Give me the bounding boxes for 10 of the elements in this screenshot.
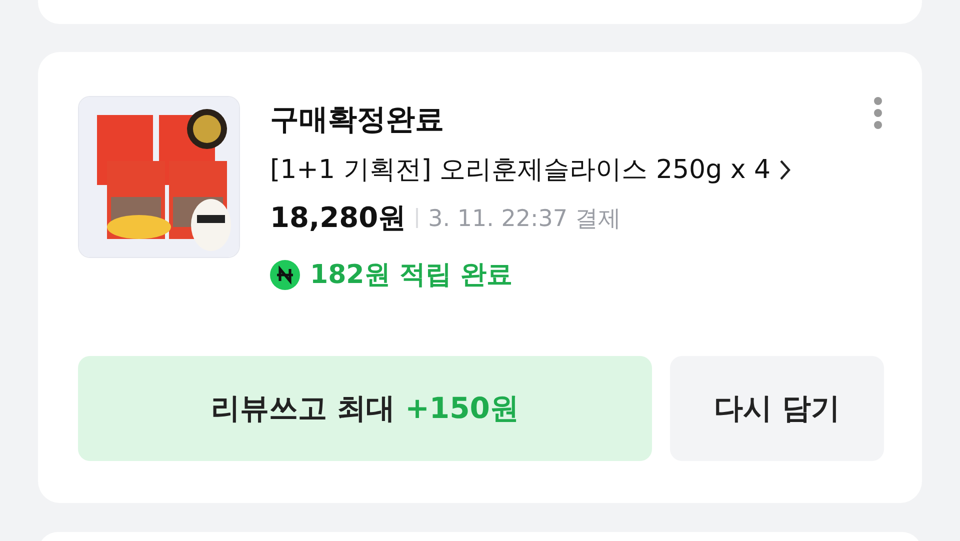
review-button[interactable]: 리뷰쓰고 최대 +150원 <box>78 356 652 461</box>
price: 18,280원 <box>270 200 406 236</box>
order-status: 구매확정완료 <box>270 101 445 138</box>
points-icon <box>270 260 300 290</box>
payment-date: 3. 11. 22:37 결제 <box>428 204 621 234</box>
product-link[interactable]: [1+1 기획전] 오리훈제슬라이스 250g x 4 <box>270 152 791 187</box>
add-again-button[interactable]: 다시 담기 <box>670 356 884 461</box>
more-icon[interactable] <box>872 96 884 130</box>
chevron-icon <box>778 158 791 180</box>
points-earned: 182원 적립 완료 <box>310 259 512 292</box>
